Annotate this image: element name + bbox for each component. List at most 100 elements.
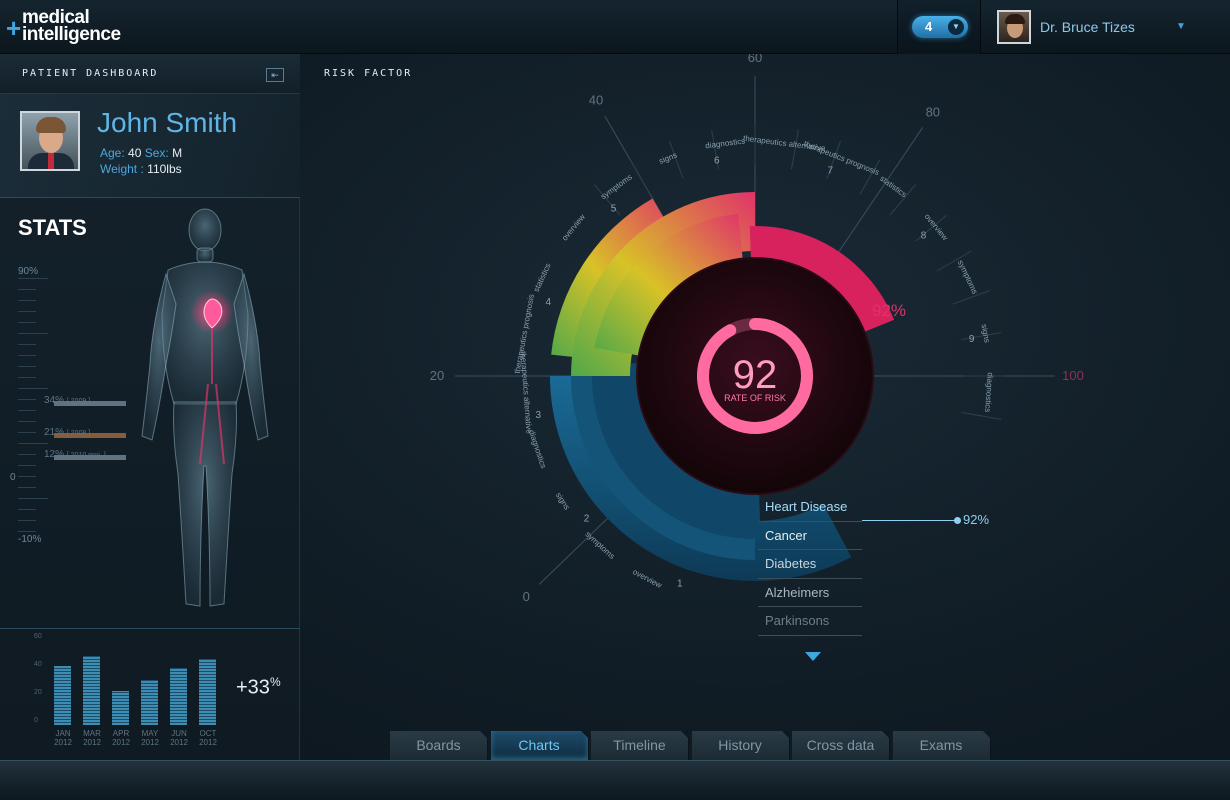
axis-label: 60 [748, 54, 762, 65]
stats-title: STATS [18, 215, 87, 240]
scale-tick [18, 355, 36, 356]
tab-charts[interactable]: Charts [490, 731, 589, 760]
patient-card: John Smith Age: 40 Sex: M Weight : 110lb… [0, 94, 300, 198]
scale-tick [18, 410, 36, 411]
y-tick-label: 60 [34, 633, 42, 640]
tab-cross-data[interactable]: Cross data [792, 731, 890, 760]
scale-tick [18, 344, 36, 345]
scale-bottom-label: -10% [18, 534, 42, 545]
gauge-value: 92 [733, 353, 778, 397]
month-bar[interactable] [170, 667, 187, 725]
notifications-area: 4 ▼ [897, 0, 981, 54]
weight-value: 110lbs [147, 162, 182, 176]
stat-value: 34% [44, 394, 67, 406]
y-tick-label: 0 [34, 717, 38, 724]
scroll-down-button[interactable] [805, 652, 821, 661]
selected-value: 92% [963, 512, 990, 527]
scale-tick [18, 278, 48, 279]
month-bar[interactable] [141, 680, 158, 725]
tab-timeline[interactable]: Timeline [591, 731, 689, 760]
stat-value: 21% [44, 426, 67, 438]
age-value: 40 [128, 146, 142, 160]
month-bar[interactable] [112, 691, 129, 725]
patient-details: Age: 40 Sex: M Weight : 110lbs [100, 145, 182, 177]
ring-label: symptoms [956, 259, 980, 296]
tab-exams[interactable]: Exams [892, 731, 991, 760]
y-tick-label: 20 [34, 689, 42, 696]
scale-top-label: 90% [18, 266, 39, 277]
scale-tick [18, 300, 36, 301]
ring-label: overview [631, 567, 663, 590]
ring-label: signs [554, 491, 572, 512]
ring-label: diagnostics [527, 429, 548, 470]
disease-item[interactable]: Alzheimers [758, 579, 862, 607]
tab-boards[interactable]: Boards [390, 731, 488, 760]
segment-number: 5 [611, 203, 617, 214]
stat-year: [ 2009 ] [66, 397, 91, 405]
segment-number: 7 [827, 165, 833, 176]
scale-tick [18, 399, 36, 400]
segment-number: 2 [584, 513, 590, 524]
month-label: JUN 2012 [170, 729, 188, 747]
notifications-button[interactable]: 4 ▼ [912, 16, 968, 38]
monthly-bars: 60 40 20 0 JAN 2012 MAR 2012 APR 2012 MAY 2012 J… [10, 633, 230, 757]
disease-item[interactable]: Cancer [758, 522, 862, 550]
stat-label: 21% [ 2008 ] [44, 427, 90, 438]
scale-tick [18, 465, 36, 466]
ring-label: therapeutics prognosis [802, 139, 880, 177]
ring-label: diagnostics [983, 372, 995, 413]
segment-number: 4 [545, 297, 551, 308]
sex-value: M [172, 146, 183, 160]
risk-percent-label: 92% [872, 301, 906, 320]
selected-connector-line [862, 520, 958, 521]
growth-unit: % [269, 675, 281, 689]
y-tick-label: 40 [34, 661, 42, 668]
stat-value: 12% [44, 448, 67, 460]
ring-label: statistics [532, 262, 553, 294]
segment-number: 3 [536, 410, 542, 421]
age-label: Age: [100, 146, 125, 160]
collapse-panel-button[interactable]: ⇤ [266, 68, 284, 82]
ring-label: signs [979, 323, 991, 343]
radial-tick [629, 159, 651, 195]
month-label: JAN 2012 [54, 729, 72, 747]
user-menu[interactable]: Dr. Bruce Tizes ▼ [982, 0, 1230, 54]
patient-dashboard-panel: PATIENT DASHBOARD ⇤ John Smith Age: 40 S… [0, 54, 300, 760]
disease-list: 92% Heart Disease Cancer Diabetes Alzheimer… [758, 493, 1018, 636]
disease-item[interactable]: Diabetes [758, 550, 862, 579]
chevron-down-icon[interactable]: ▼ [1176, 21, 1186, 32]
axis-label: 20 [430, 368, 444, 383]
month-bar[interactable] [54, 666, 71, 725]
scale-tick [18, 487, 36, 488]
stat-year: [ 2010 proj. ] [66, 451, 106, 459]
scale-tick [18, 531, 36, 532]
app-logo[interactable]: + medical intelligence [6, 6, 146, 48]
axis-label: 0 [523, 589, 530, 604]
ring-label: overview [923, 212, 950, 242]
ring-label: signs [658, 151, 679, 166]
scale-tick [18, 509, 36, 510]
month-label: APR 2012 [112, 729, 130, 747]
segment-number: 9 [969, 334, 975, 345]
radial-tick [961, 411, 1002, 420]
scale-tick [18, 289, 36, 290]
stats-scale: 90% 0 -10% 34% [ 2009 ] 21% [ 2008 ] 12% [… [10, 264, 146, 554]
ring-label: overview [560, 212, 587, 242]
weight-label: Weight : [100, 162, 144, 176]
month-bar[interactable] [199, 659, 216, 725]
tab-history[interactable]: History [691, 731, 790, 760]
axis-label: 40 [589, 93, 603, 108]
disease-item[interactable]: Heart Disease [758, 493, 862, 522]
month-bar[interactable] [83, 656, 100, 725]
stat-year: [ 2008 ] [66, 429, 91, 437]
scale-tick [18, 322, 36, 323]
scale-tick [18, 498, 48, 499]
top-bar: + medical intelligence 4 ▼ Dr. Bruce Tiz… [0, 0, 1230, 54]
bottom-tabs: Boards Charts Timeline History Cross data Exa… [390, 731, 1000, 760]
logo-plus-icon: + [6, 13, 22, 43]
segment-number: 8 [921, 231, 927, 242]
panel-header: PATIENT DASHBOARD ⇤ [0, 54, 300, 94]
gauge-label: RATE OF RISK [724, 393, 786, 403]
disease-item[interactable]: Parkinsons [758, 607, 862, 636]
month-label: OCT 2012 [199, 729, 217, 747]
